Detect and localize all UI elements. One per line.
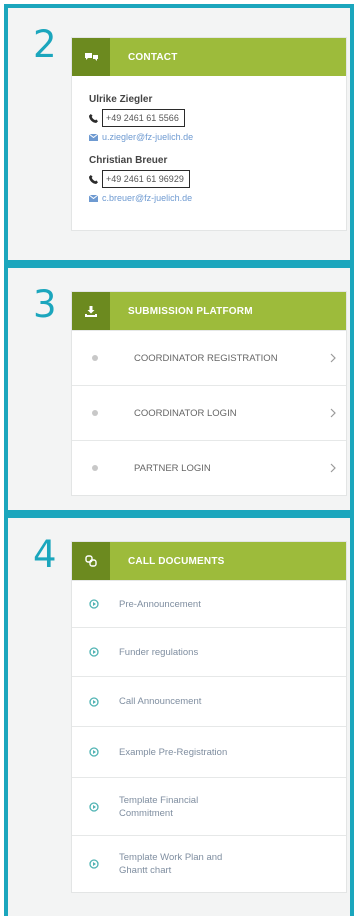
circle-play-icon [89, 801, 99, 812]
submission-item-coordinator-login[interactable]: COORDINATOR LOGIN [72, 385, 346, 440]
document-item-template-work-plan[interactable]: Template Work Plan and Ghantt chart [72, 835, 346, 892]
circle-play-icon [89, 647, 99, 657]
submission-header: SUBMISSION PLATFORM [72, 292, 346, 330]
email-link[interactable]: c.breuer@fz-juelich.de [102, 193, 192, 203]
panel-number-2: 2 [33, 23, 57, 66]
phone-icon [89, 113, 98, 123]
submission-item-partner-login[interactable]: PARTNER LOGIN [72, 440, 346, 495]
phone-icon [89, 174, 98, 184]
document-item-template-financial-commitment[interactable]: Template Financial Commitment [72, 777, 346, 835]
bullet-dot-icon [92, 465, 98, 471]
chat-bubbles-icon [72, 38, 110, 76]
panel-number-4: 4 [33, 533, 57, 576]
submission-item-coordinator-registration[interactable]: COORDINATOR REGISTRATION [72, 330, 346, 385]
phone-number[interactable]: +49 2461 61 96929 [102, 170, 190, 188]
contact-person: Ulrike Ziegler +49 2461 61 5566 u.ziegle… [89, 94, 346, 145]
documents-panel: 4 CALL DOCUMENTS Pre-Announcement Funder… [4, 514, 354, 916]
documents-header: CALL DOCUMENTS [72, 542, 346, 580]
submission-card: SUBMISSION PLATFORM COORDINATOR REGISTRA… [72, 292, 346, 495]
circle-play-icon [89, 696, 99, 707]
link-icon [72, 542, 110, 580]
contact-panel: 2 CONTACT Ulrike Ziegler +49 2461 61 556… [4, 4, 354, 264]
submission-title: SUBMISSION PLATFORM [128, 305, 253, 317]
document-item-funder-regulations[interactable]: Funder regulations [72, 627, 346, 676]
chevron-right-icon [330, 463, 336, 473]
contact-header: CONTACT [72, 38, 346, 76]
documents-card: CALL DOCUMENTS Pre-Announcement Funder r… [72, 542, 346, 892]
circle-play-icon [89, 859, 99, 869]
chevron-right-icon [330, 353, 336, 363]
bullet-dot-icon [92, 410, 98, 416]
submission-panel: 3 SUBMISSION PLATFORM COORDINATOR REGIST… [4, 264, 354, 514]
documents-title: CALL DOCUMENTS [128, 555, 225, 567]
panel-number-3: 3 [33, 283, 57, 326]
envelope-icon [89, 194, 98, 202]
document-item-example-pre-registration[interactable]: Example Pre-Registration [72, 726, 346, 777]
circle-play-icon [89, 747, 99, 757]
phone-number[interactable]: +49 2461 61 5566 [102, 109, 185, 127]
contact-person: Christian Breuer +49 2461 61 96929 c.bre… [89, 155, 346, 206]
contact-name: Ulrike Ziegler [89, 94, 153, 105]
contact-card: CONTACT Ulrike Ziegler +49 2461 61 5566 … [72, 38, 346, 230]
chevron-right-icon [330, 408, 336, 418]
download-icon [72, 292, 110, 330]
envelope-icon [89, 133, 98, 141]
email-link[interactable]: u.ziegler@fz-juelich.de [102, 132, 193, 142]
document-item-call-announcement[interactable]: Call Announcement [72, 676, 346, 726]
circle-play-icon [89, 599, 99, 609]
document-item-pre-announcement[interactable]: Pre-Announcement [72, 580, 346, 627]
contact-title: CONTACT [128, 51, 178, 63]
bullet-dot-icon [92, 355, 98, 361]
contact-name: Christian Breuer [89, 155, 168, 166]
